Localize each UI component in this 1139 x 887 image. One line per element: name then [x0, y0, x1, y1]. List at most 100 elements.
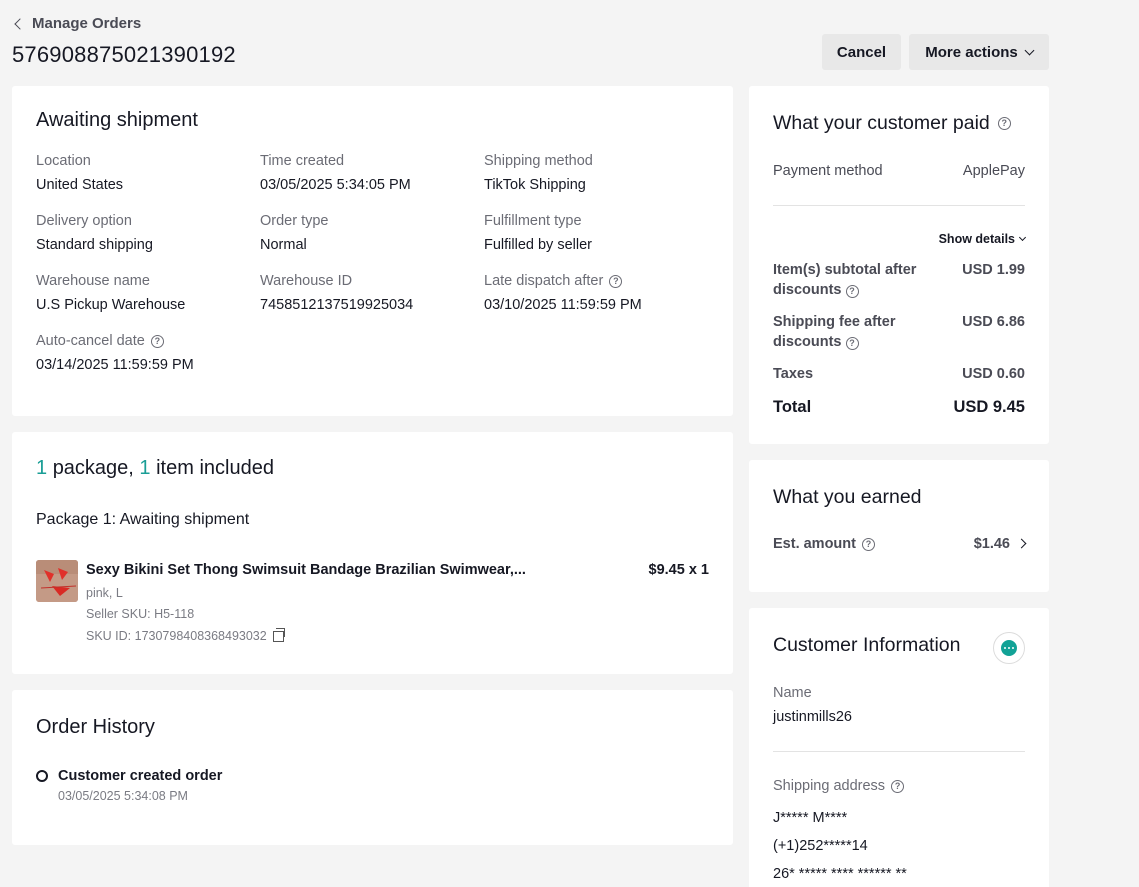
field-label-row: Auto-cancel date ? — [36, 333, 194, 349]
name-value: justinmills26 — [773, 709, 852, 725]
shipping-value: USD 6.86 — [962, 314, 1025, 330]
back-label: Manage Orders — [32, 15, 142, 32]
field-location: Location United States — [36, 153, 123, 193]
field-fulfillment-type: Fulfillment type Fulfilled by seller — [484, 213, 592, 253]
help-icon[interactable]: ? — [845, 337, 859, 350]
paid-title: What your customer paid — [773, 112, 990, 134]
item-count: 1 — [139, 457, 151, 479]
field-auto-cancel: Auto-cancel date ? 03/14/2025 11:59:59 P… — [36, 333, 194, 373]
cancel-button[interactable]: Cancel — [822, 34, 901, 70]
customer-paid-card: What your customer paid ? Payment method… — [749, 86, 1049, 444]
history-time: 03/05/2025 5:34:08 PM — [58, 789, 188, 803]
package-text: package, — [52, 457, 134, 479]
field-warehouse-name: Warehouse name U.S Pickup Warehouse — [36, 273, 185, 313]
address-line: (+1)252*****14 — [773, 838, 868, 854]
taxes-label: Taxes — [773, 366, 814, 382]
sku-id: SKU ID: 1730798408368493032 — [86, 627, 285, 643]
payment-method-label: Payment method — [773, 163, 883, 179]
chevron-left-icon — [14, 17, 26, 30]
field-value: 7458512137519925034 — [260, 297, 414, 313]
address-label: Shipping address — [773, 778, 886, 794]
show-details-toggle[interactable]: Show details — [938, 232, 1027, 246]
field-value: U.S Pickup Warehouse — [36, 297, 186, 313]
cancel-label: Cancel — [836, 43, 887, 61]
show-details-label: Show details — [938, 232, 1015, 246]
order-status-card: Awaiting shipment Location United States… — [12, 86, 733, 416]
help-icon[interactable]: ? — [861, 537, 875, 551]
field-late-dispatch: Late dispatch after ? 03/10/2025 11:59:5… — [484, 273, 642, 313]
address-line: 26* ***** **** ****** ** — [773, 866, 907, 882]
field-label: Warehouse name — [36, 273, 150, 289]
name-label: Name — [773, 685, 812, 701]
shipping-fee-row: Shipping fee after discounts ? USD 6.86 — [773, 312, 1025, 352]
field-label: Delivery option — [36, 213, 132, 229]
field-label: Shipping method — [484, 153, 593, 169]
earned-title: What you earned — [773, 486, 922, 508]
earned-card: What you earned Est. amount ? $1.46 — [749, 460, 1049, 592]
subtotal-label: Item(s) subtotal after — [773, 262, 917, 278]
product-variant: pink, L — [86, 586, 123, 600]
divider — [773, 751, 1025, 752]
order-id: 576908875021390192 — [12, 42, 236, 67]
field-value: 03/10/2025 11:59:59 PM — [484, 297, 642, 313]
seller-sku: Seller SKU: H5-118 — [86, 607, 194, 621]
subtotal-row: Item(s) subtotal after discounts ? USD 1… — [773, 260, 1025, 300]
help-icon[interactable]: ? — [997, 117, 1011, 130]
field-label: Late dispatch after — [484, 273, 604, 289]
field-label: Fulfillment type — [484, 213, 582, 229]
field-order-type: Order type Normal — [260, 213, 329, 253]
more-actions-button[interactable]: More actions — [909, 34, 1049, 70]
sku-id-text: SKU ID: 1730798408368493032 — [86, 629, 267, 643]
package-subtitle: Package 1: Awaiting shipment — [36, 511, 250, 528]
taxes-row: Taxes USD 0.60 — [773, 366, 1025, 382]
customer-info-card: Customer Information Name justinmills26 … — [749, 608, 1049, 887]
field-label-row: Late dispatch after ? — [484, 273, 642, 289]
field-value: 03/05/2025 5:34:05 PM — [260, 177, 411, 193]
back-link[interactable]: Manage Orders — [14, 15, 142, 32]
field-value: Standard shipping — [36, 237, 153, 253]
shipping-label: Shipping fee after — [773, 314, 896, 330]
address-label-row: Shipping address ? — [773, 778, 905, 794]
field-value: TikTok Shipping — [484, 177, 586, 193]
seller-sku-text: Seller SKU: H5-118 — [86, 607, 195, 621]
chevron-right-icon[interactable] — [1016, 538, 1027, 549]
field-warehouse-id: Warehouse ID 7458512137519925034 — [260, 273, 413, 313]
history-title: Order History — [36, 716, 155, 738]
est-label: Est. amount — [773, 536, 856, 552]
chat-button[interactable] — [993, 632, 1025, 664]
history-event: Customer created order — [58, 768, 223, 784]
payment-method-value: ApplePay — [962, 163, 1025, 179]
divider — [773, 205, 1025, 206]
field-label: Warehouse ID — [260, 273, 353, 289]
field-value: Fulfilled by seller — [484, 237, 592, 253]
package-count: 1 — [36, 457, 48, 479]
package-card: 1 package, 1 item included Package 1: Aw… — [12, 432, 733, 674]
subtotal-value: USD 1.99 — [962, 262, 1025, 278]
help-icon[interactable]: ? — [150, 334, 164, 348]
field-time-created: Time created 03/05/2025 5:34:05 PM — [260, 153, 411, 193]
package-summary: 1 package, 1 item included — [36, 457, 274, 480]
item-text: item included — [156, 457, 274, 479]
field-label: Time created — [260, 153, 345, 169]
field-shipping-method: Shipping method TikTok Shipping — [484, 153, 593, 193]
est-label-block: Est. amount ? — [773, 536, 875, 552]
copy-icon[interactable] — [272, 627, 285, 642]
help-icon[interactable]: ? — [845, 285, 859, 298]
subtotal-label-2: discounts — [773, 282, 842, 298]
total-row: Total USD 9.45 — [773, 398, 1025, 417]
est-amount-row[interactable]: Est. amount ? $1.46 — [773, 536, 1027, 552]
chevron-down-icon — [1024, 45, 1035, 55]
help-icon[interactable]: ? — [891, 779, 905, 793]
help-icon[interactable]: ? — [609, 274, 623, 288]
field-label: Auto-cancel date — [36, 333, 145, 349]
subtotal-label-block: Item(s) subtotal after discounts ? — [773, 260, 916, 300]
status-title: Awaiting shipment — [36, 109, 198, 131]
field-label: Location — [36, 153, 91, 169]
variant-text: pink, L — [86, 586, 123, 600]
product-thumbnail[interactable] — [36, 560, 78, 602]
field-value: 03/14/2025 11:59:59 PM — [36, 357, 194, 373]
chevron-down-icon — [1018, 233, 1027, 242]
est-value: $1.46 — [973, 536, 1010, 552]
product-name[interactable]: Sexy Bikini Set Thong Swimsuit Bandage B… — [86, 562, 526, 578]
address-line: J***** M**** — [773, 810, 848, 826]
